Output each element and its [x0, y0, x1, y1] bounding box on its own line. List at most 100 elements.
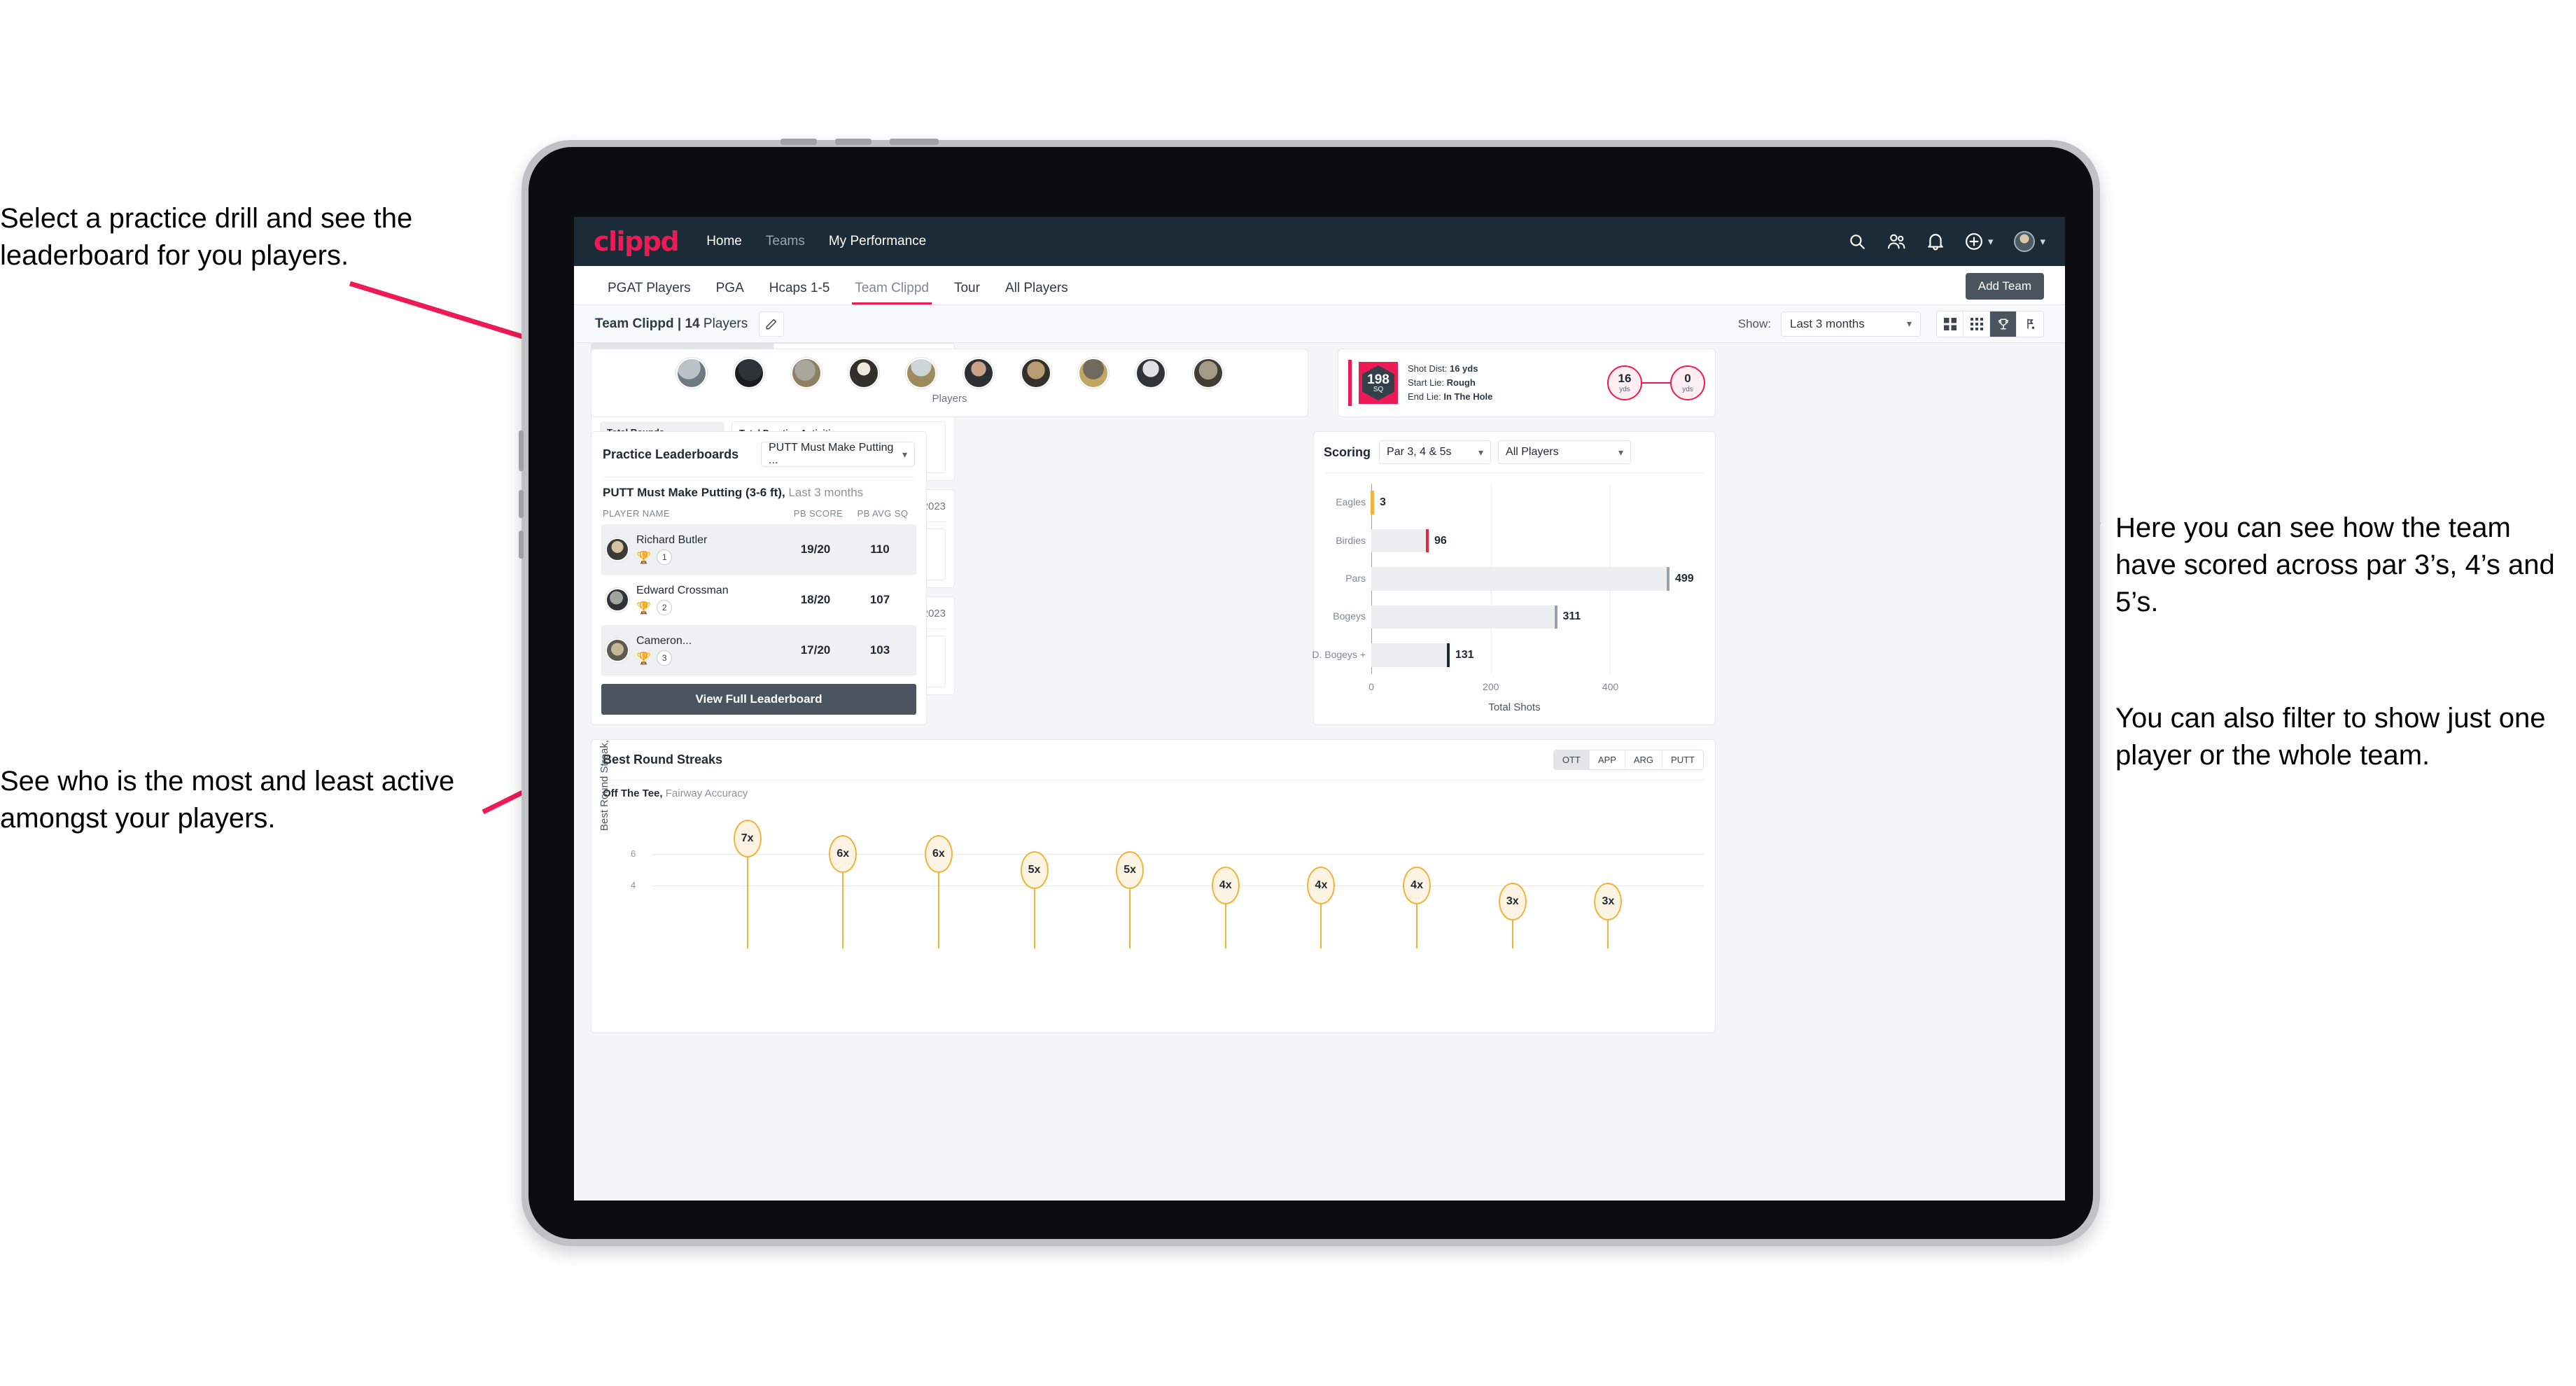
- chart-bar: [1371, 643, 1450, 667]
- team-title: Team Clippd | 14 Players: [595, 316, 748, 332]
- shot-dist-label: Shot Dist:: [1408, 363, 1448, 374]
- tab-hcaps-1-5[interactable]: Hcaps 1-5: [757, 281, 843, 304]
- chart-bar-row: Bogeys 311: [1333, 605, 1694, 629]
- streaks-bubble[interactable]: 5x: [1020, 850, 1049, 889]
- tablet-device-frame: clippd Home Teams My Performance ▾ ▾ PGA…: [519, 139, 2100, 1246]
- tablet-side-button-1: [519, 430, 524, 471]
- nav-link-my-performance[interactable]: My Performance: [829, 234, 926, 249]
- chart-bar-value: 96: [1434, 534, 1447, 547]
- date-range-value: Last 3 months: [1790, 316, 1865, 330]
- tab-pga[interactable]: PGA: [704, 281, 757, 304]
- nav-link-teams[interactable]: Teams: [766, 234, 805, 249]
- flag-icon[interactable]: [2017, 312, 2043, 337]
- leaderboard-title: Practice Leaderboards: [603, 447, 739, 461]
- shot-detail-lines: Shot Dist: 16 yds Start Lie: Rough End L…: [1408, 362, 1492, 404]
- tab-pgat-players[interactable]: PGAT Players: [595, 281, 704, 304]
- add-team-button[interactable]: Add Team: [1965, 273, 2044, 300]
- streaks-bubble[interactable]: 4x: [1307, 867, 1336, 904]
- streaks-bubble[interactable]: 3x: [1498, 882, 1527, 920]
- streaks-bubble[interactable]: 4x: [1403, 867, 1432, 904]
- table-row[interactable]: Edward Crossman 🏆 2 18/20 107: [601, 575, 916, 625]
- pencil-icon[interactable]: [759, 311, 785, 337]
- chart-x-tick: 200: [1483, 681, 1499, 692]
- player-avatar[interactable]: [1077, 358, 1109, 388]
- chart-bar-cap: [1425, 528, 1429, 553]
- chart-category-label: Eagles: [1336, 496, 1366, 508]
- chart-bar: [1371, 491, 1374, 515]
- team-separator: |: [673, 316, 685, 331]
- leaderboard-player-cell: Richard Butler 🏆 1: [636, 534, 783, 565]
- player-avatar[interactable]: [676, 358, 707, 388]
- tab-all-players[interactable]: All Players: [993, 281, 1081, 304]
- player-avatar[interactable]: [905, 358, 937, 388]
- scoring-header: Scoring Par 3, 4 & 5s ▾ All Players ▾: [1314, 432, 1715, 472]
- streaks-y-tick: 6: [631, 848, 636, 859]
- dashboard-content: Players 198 SQ Shot Dist: 16 yds Start L…: [574, 343, 2065, 1200]
- end-distance-unit: yds: [1682, 385, 1693, 393]
- player-avatar[interactable]: [848, 358, 879, 388]
- player-avatar: [606, 538, 629, 561]
- streaks-bubble[interactable]: 4x: [1211, 867, 1240, 904]
- end-distance-value: 0: [1684, 372, 1691, 386]
- streaks-gridline: [652, 854, 1704, 855]
- trophy-icon[interactable]: [1990, 311, 2017, 337]
- drill-select[interactable]: PUTT Must Make Putting ... ▾: [761, 442, 915, 467]
- start-lie-value: Rough: [1446, 377, 1476, 388]
- avatar[interactable]: ▾: [2014, 231, 2045, 252]
- leaderboard-subtitle: PUTT Must Make Putting (3-6 ft), Last 3 …: [592, 477, 926, 504]
- view-full-leaderboard-button[interactable]: View Full Leaderboard: [601, 684, 916, 715]
- chevron-down-icon: ▾: [1478, 446, 1484, 458]
- streak-tab-putt[interactable]: PUTT: [1662, 750, 1703, 769]
- clippd-logo[interactable]: clippd: [594, 228, 680, 255]
- nav-link-home[interactable]: Home: [706, 234, 742, 249]
- par-filter-select[interactable]: Par 3, 4 & 5s ▾: [1379, 440, 1492, 464]
- table-row[interactable]: Cameron... 🏆 3 17/20 103: [601, 625, 916, 676]
- trophy-icon: 🏆: [636, 601, 652, 615]
- streaks-bubble[interactable]: 3x: [1594, 882, 1623, 920]
- drill-select-value: PUTT Must Make Putting ...: [769, 442, 894, 466]
- chart-bar-row: Birdies 96: [1336, 528, 1694, 553]
- chart-bar-value: 311: [1562, 610, 1581, 623]
- streaks-subtitle-detail: Fairway Accuracy: [662, 788, 748, 799]
- shot-accent-bar: [1348, 360, 1352, 406]
- streaks-bubble[interactable]: 6x: [829, 835, 858, 873]
- player-avatar[interactable]: [790, 358, 822, 388]
- players-avatar-row: [592, 349, 1308, 388]
- shot-start-distance: 16 yds: [1607, 365, 1642, 400]
- player-avatar[interactable]: [1135, 358, 1166, 388]
- streak-metric-toggle: OTT APP ARG PUTT: [1553, 750, 1704, 770]
- leaderboard-header: Practice Leaderboards PUTT Must Make Put…: [592, 432, 926, 477]
- chart-x-tick: 0: [1368, 681, 1374, 692]
- grid-large-icon[interactable]: [1937, 311, 1963, 337]
- streaks-title: Best Round Streaks: [603, 752, 723, 766]
- shot-quality-value: 198: [1367, 372, 1390, 387]
- player-avatar[interactable]: [1020, 358, 1051, 388]
- end-lie-line: End Lie: In The Hole: [1408, 390, 1492, 404]
- plus-circle-icon[interactable]: ▾: [1965, 232, 1993, 251]
- chart-bar-row: D. Bogeys + 131: [1312, 643, 1694, 667]
- search-icon[interactable]: [1848, 232, 1866, 251]
- date-range-select[interactable]: Last 3 months ▾: [1781, 311, 1921, 337]
- people-icon[interactable]: [1887, 232, 1906, 251]
- streak-tab-arg[interactable]: ARG: [1625, 750, 1663, 769]
- streaks-bubble[interactable]: 5x: [1116, 850, 1144, 889]
- streak-tab-ott[interactable]: OTT: [1553, 750, 1590, 769]
- grid-small-icon[interactable]: [1963, 311, 1990, 337]
- player-avatar[interactable]: [1192, 358, 1224, 388]
- streaks-bubble[interactable]: 7x: [733, 819, 762, 858]
- player-avatar[interactable]: [733, 358, 764, 388]
- tab-team-clippd[interactable]: Team Clippd: [842, 281, 941, 304]
- player-rank-badge: 🏆 1: [636, 550, 783, 565]
- bell-icon[interactable]: [1927, 232, 1944, 251]
- leaderboard-player-cell: Edward Crossman 🏆 2: [636, 584, 783, 615]
- streak-tab-app[interactable]: APP: [1590, 750, 1625, 769]
- app-screen: clippd Home Teams My Performance ▾ ▾ PGA…: [574, 217, 2065, 1200]
- table-row[interactable]: Richard Butler 🏆 1 19/20 110: [601, 524, 916, 575]
- player-avatar: [606, 638, 629, 662]
- player-rank-badge: 🏆 2: [636, 600, 783, 615]
- player-filter-select[interactable]: All Players ▾: [1498, 440, 1632, 464]
- player-avatar[interactable]: [962, 358, 994, 388]
- streaks-bubble[interactable]: 6x: [924, 835, 953, 873]
- chevron-down-icon: ▾: [902, 448, 907, 460]
- tab-tour[interactable]: Tour: [941, 281, 993, 304]
